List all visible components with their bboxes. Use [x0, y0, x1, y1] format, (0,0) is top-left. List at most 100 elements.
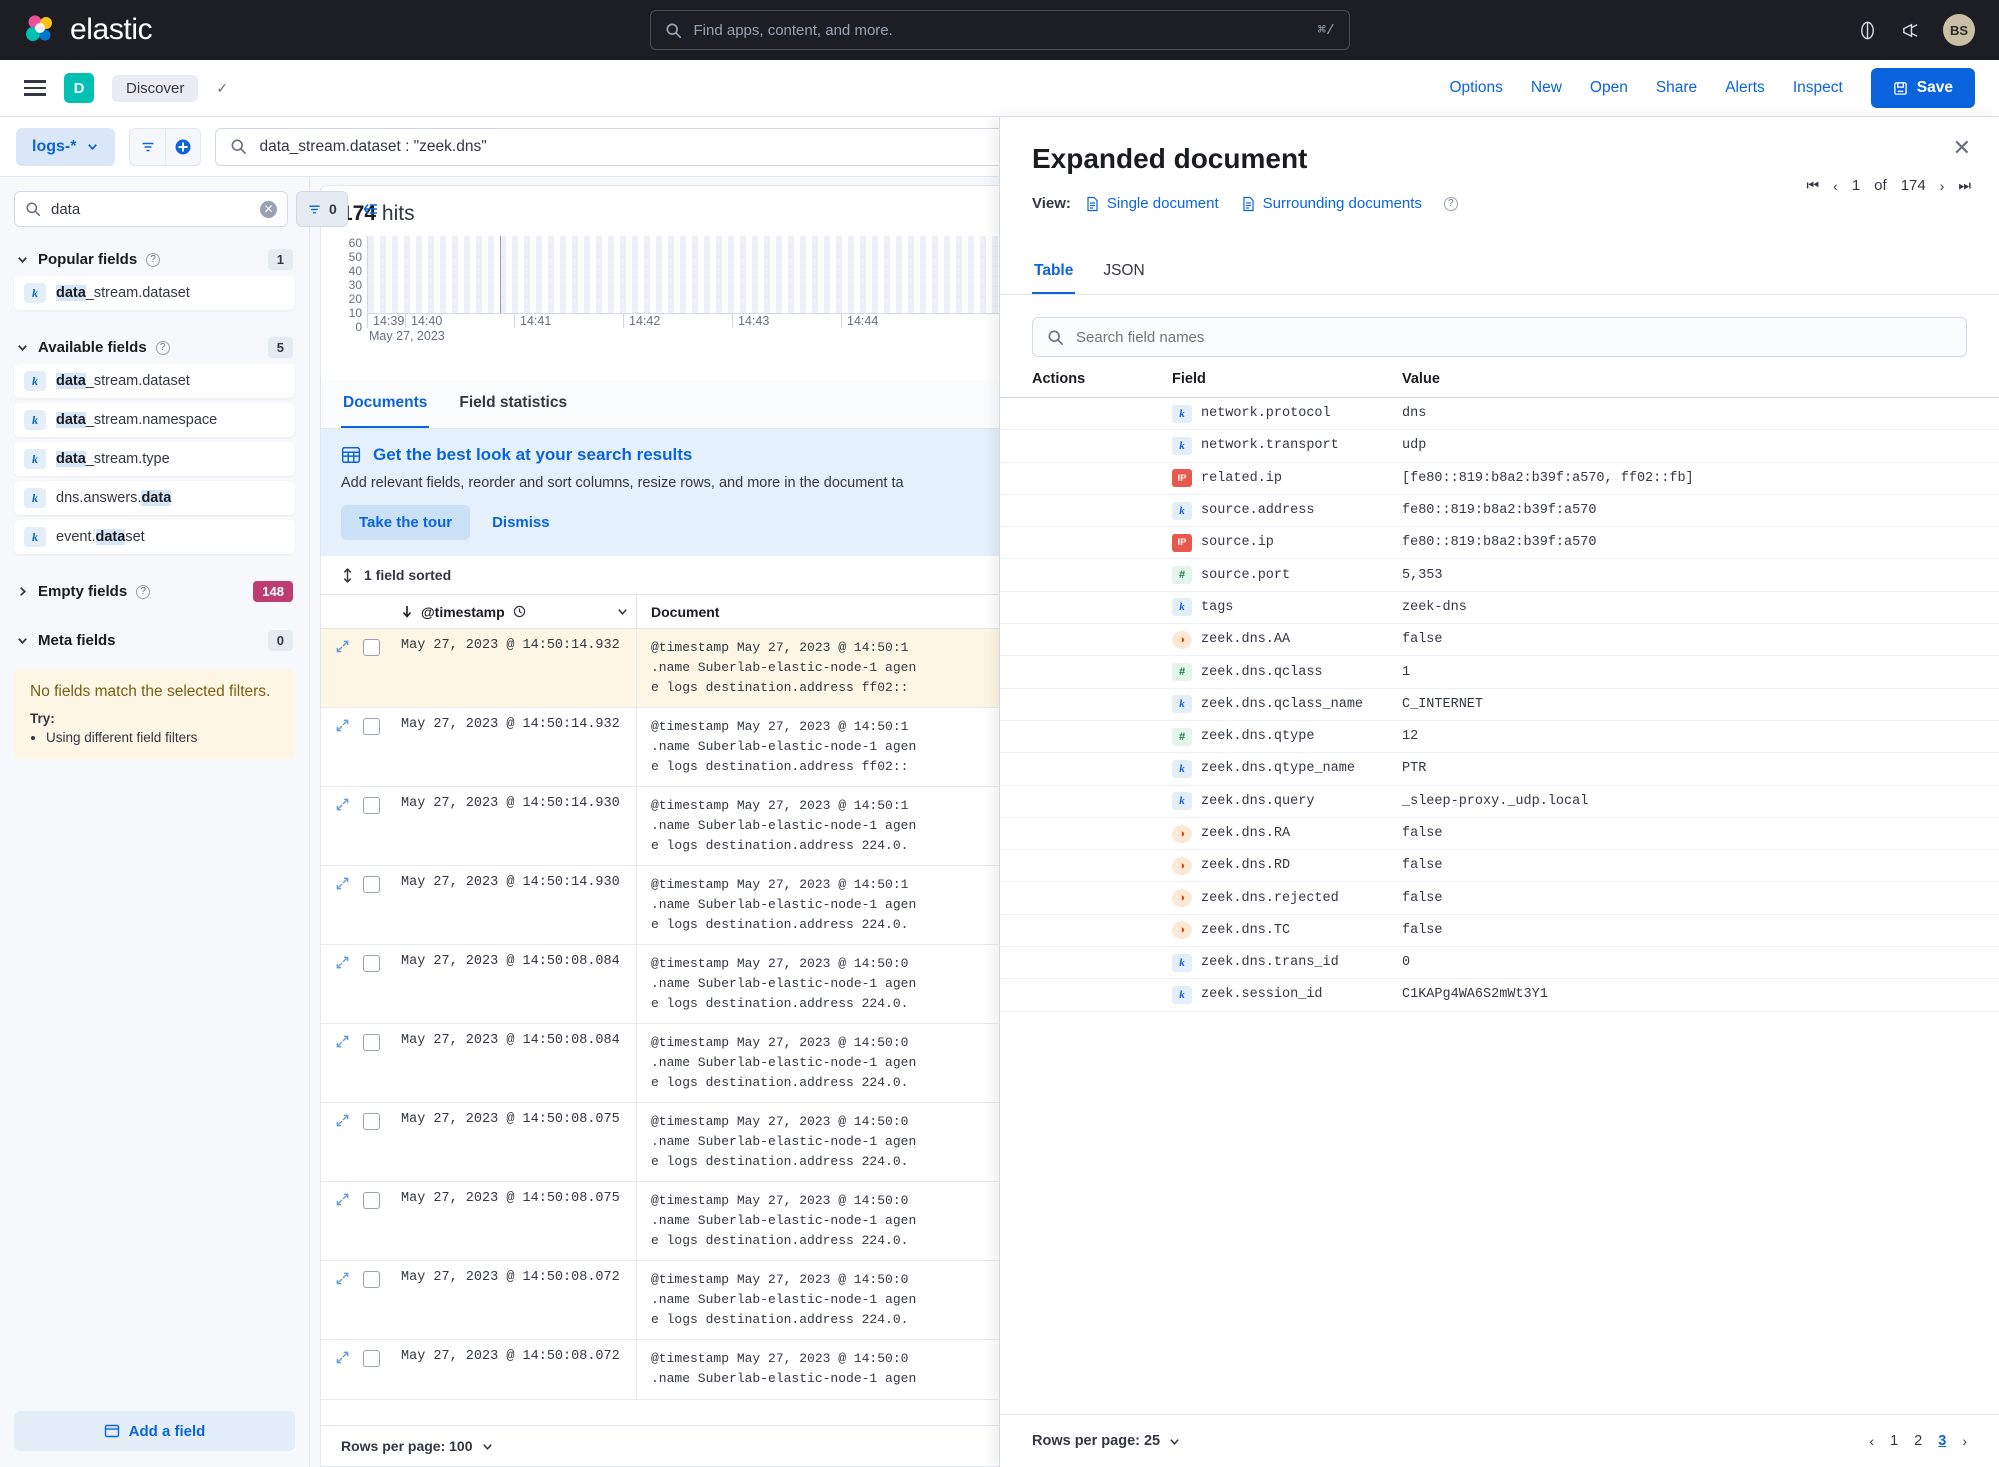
- field-item[interactable]: k event.dataset: [14, 520, 295, 554]
- field-value-row[interactable]: k network.protocol dns: [1000, 398, 1999, 431]
- open-link[interactable]: Open: [1590, 79, 1628, 97]
- field-item[interactable]: k data_stream.dataset: [14, 276, 295, 310]
- field-value-row[interactable]: k source.address fe80::819:b8a2:b39f:a570: [1000, 495, 1999, 528]
- single-document-link[interactable]: Single document: [1085, 195, 1219, 212]
- tab-json[interactable]: JSON: [1101, 252, 1146, 294]
- new-link[interactable]: New: [1531, 79, 1562, 97]
- field-search-input[interactable]: ✕: [14, 191, 288, 227]
- field-item[interactable]: k data_stream.type: [14, 442, 295, 476]
- row-checkbox[interactable]: [363, 1271, 380, 1288]
- filter-icon-button[interactable]: [129, 127, 166, 166]
- field-value-row[interactable]: IP source.ip fe80::819:b8a2:b39f:a570: [1000, 527, 1999, 560]
- global-search-input[interactable]: Find apps, content, and more. ⌘/: [649, 10, 1350, 50]
- prev-page-icon[interactable]: ‹: [1869, 1433, 1874, 1449]
- field-group-header[interactable]: Empty fields ? 148: [14, 575, 295, 608]
- collapse-sidebar-icon[interactable]: [356, 200, 386, 218]
- surrounding-documents-link[interactable]: Surrounding documents: [1241, 195, 1422, 212]
- add-field-button[interactable]: Add a field: [14, 1411, 295, 1451]
- clear-search-icon[interactable]: ✕: [260, 200, 277, 218]
- next-page-icon[interactable]: ›: [1940, 178, 1945, 194]
- help-circle-icon[interactable]: [1857, 20, 1878, 41]
- row-checkbox[interactable]: [363, 1034, 380, 1051]
- field-value-row[interactable]: k zeek.session_id C1KAPg4WA6S2mWt3Y1: [1000, 979, 1999, 1012]
- field-search-field[interactable]: [51, 200, 250, 218]
- page-number-3[interactable]: 3: [1938, 1433, 1946, 1449]
- add-filter-button[interactable]: [165, 127, 202, 166]
- field-value-row[interactable]: ◑ zeek.dns.RD false: [1000, 850, 1999, 883]
- field-value-row[interactable]: k zeek.dns.trans_id 0: [1000, 947, 1999, 980]
- field-filter-button[interactable]: 0: [296, 191, 348, 227]
- expand-row-icon[interactable]: [321, 787, 363, 865]
- save-button[interactable]: Save: [1870, 68, 1975, 108]
- help-icon[interactable]: ?: [155, 340, 170, 355]
- field-value-row[interactable]: k network.transport udp: [1000, 430, 1999, 463]
- flyout-search-input[interactable]: [1076, 328, 1952, 346]
- tab-field-statistics[interactable]: Field statistics: [457, 380, 569, 428]
- field-value-row[interactable]: k zeek.dns.qtype_name PTR: [1000, 753, 1999, 786]
- chevron-down-icon[interactable]: ✓: [216, 80, 228, 97]
- breadcrumb-discover[interactable]: Discover: [112, 74, 199, 102]
- elastic-brand[interactable]: elastic: [24, 13, 153, 47]
- page-number-1[interactable]: 1: [1890, 1433, 1898, 1449]
- field-group-header[interactable]: Popular fields ? 1: [14, 243, 295, 276]
- field-item[interactable]: k data_stream.dataset: [14, 364, 295, 398]
- field-value-row[interactable]: IP related.ip [fe80::819:b8a2:b39f:a570, f…: [1000, 463, 1999, 495]
- field-value-row[interactable]: # zeek.dns.qtype 12: [1000, 721, 1999, 754]
- alerts-link[interactable]: Alerts: [1725, 79, 1765, 97]
- last-page-icon[interactable]: ⏭: [1958, 177, 1971, 194]
- row-checkbox[interactable]: [363, 639, 380, 656]
- expand-row-icon[interactable]: [321, 866, 363, 944]
- row-checkbox[interactable]: [363, 1350, 380, 1367]
- row-checkbox[interactable]: [363, 718, 380, 735]
- close-icon[interactable]: ✕: [1953, 137, 1971, 159]
- take-the-tour-button[interactable]: Take the tour: [341, 505, 471, 540]
- expand-row-icon[interactable]: [321, 1261, 363, 1339]
- inspect-link[interactable]: Inspect: [1793, 79, 1843, 97]
- field-value-row[interactable]: k zeek.dns.query _sleep-proxy._udp.local: [1000, 786, 1999, 818]
- expand-row-icon[interactable]: [321, 1340, 363, 1399]
- field-item[interactable]: k dns.answers.data: [14, 481, 295, 515]
- help-icon[interactable]: ?: [136, 584, 151, 599]
- prev-page-icon[interactable]: ‹: [1833, 178, 1838, 194]
- column-header-timestamp[interactable]: @timestamp: [395, 595, 637, 628]
- field-item[interactable]: k data_stream.namespace: [14, 403, 295, 437]
- row-checkbox[interactable]: [363, 1113, 380, 1130]
- help-icon[interactable]: ?: [1443, 196, 1458, 211]
- options-link[interactable]: Options: [1449, 79, 1502, 97]
- next-page-icon[interactable]: ›: [1962, 1433, 1967, 1449]
- expand-row-icon[interactable]: [321, 1024, 363, 1102]
- field-value-row[interactable]: ◑ zeek.dns.rejected false: [1000, 882, 1999, 915]
- field-value-row[interactable]: ◑ zeek.dns.TC false: [1000, 915, 1999, 948]
- row-checkbox[interactable]: [363, 955, 380, 972]
- expand-row-icon[interactable]: [321, 1182, 363, 1260]
- row-checkbox[interactable]: [363, 876, 380, 893]
- expand-row-icon[interactable]: [321, 708, 363, 786]
- row-checkbox[interactable]: [363, 797, 380, 814]
- page-number-2[interactable]: 2: [1914, 1433, 1922, 1449]
- field-value-row[interactable]: k zeek.dns.qclass_name C_INTERNET: [1000, 689, 1999, 721]
- field-value-row[interactable]: ◑ zeek.dns.AA false: [1000, 624, 1999, 657]
- announcement-icon[interactable]: [1900, 20, 1921, 41]
- data-view-selector[interactable]: logs-*: [16, 127, 116, 166]
- expand-row-icon[interactable]: [321, 945, 363, 1023]
- field-group-header[interactable]: Available fields ? 5: [14, 331, 295, 364]
- field-value-row[interactable]: ◑ zeek.dns.RA false: [1000, 818, 1999, 851]
- menu-hamburger-icon[interactable]: [24, 80, 46, 96]
- field-group-header[interactable]: Meta fields 0: [14, 624, 295, 657]
- help-icon[interactable]: ?: [146, 252, 161, 267]
- field-value-row[interactable]: # zeek.dns.qclass 1: [1000, 656, 1999, 689]
- field-value-row[interactable]: k tags zeek-dns: [1000, 592, 1999, 625]
- tab-table[interactable]: Table: [1032, 252, 1076, 294]
- first-page-icon[interactable]: ⏮: [1807, 177, 1820, 194]
- flyout-field-search[interactable]: [1032, 317, 1967, 357]
- user-avatar[interactable]: BS: [1943, 14, 1975, 46]
- tab-documents[interactable]: Documents: [341, 380, 430, 428]
- column-menu-chevron-icon[interactable]: [616, 605, 629, 618]
- expand-row-icon[interactable]: [321, 629, 363, 707]
- share-link[interactable]: Share: [1656, 79, 1697, 97]
- field-value-row[interactable]: # source.port 5,353: [1000, 559, 1999, 592]
- flyout-rows-per-page[interactable]: Rows per page: 25: [1032, 1433, 1181, 1449]
- expand-row-icon[interactable]: [321, 1103, 363, 1181]
- dismiss-tour-button[interactable]: Dismiss: [476, 505, 566, 540]
- row-checkbox[interactable]: [363, 1192, 380, 1209]
